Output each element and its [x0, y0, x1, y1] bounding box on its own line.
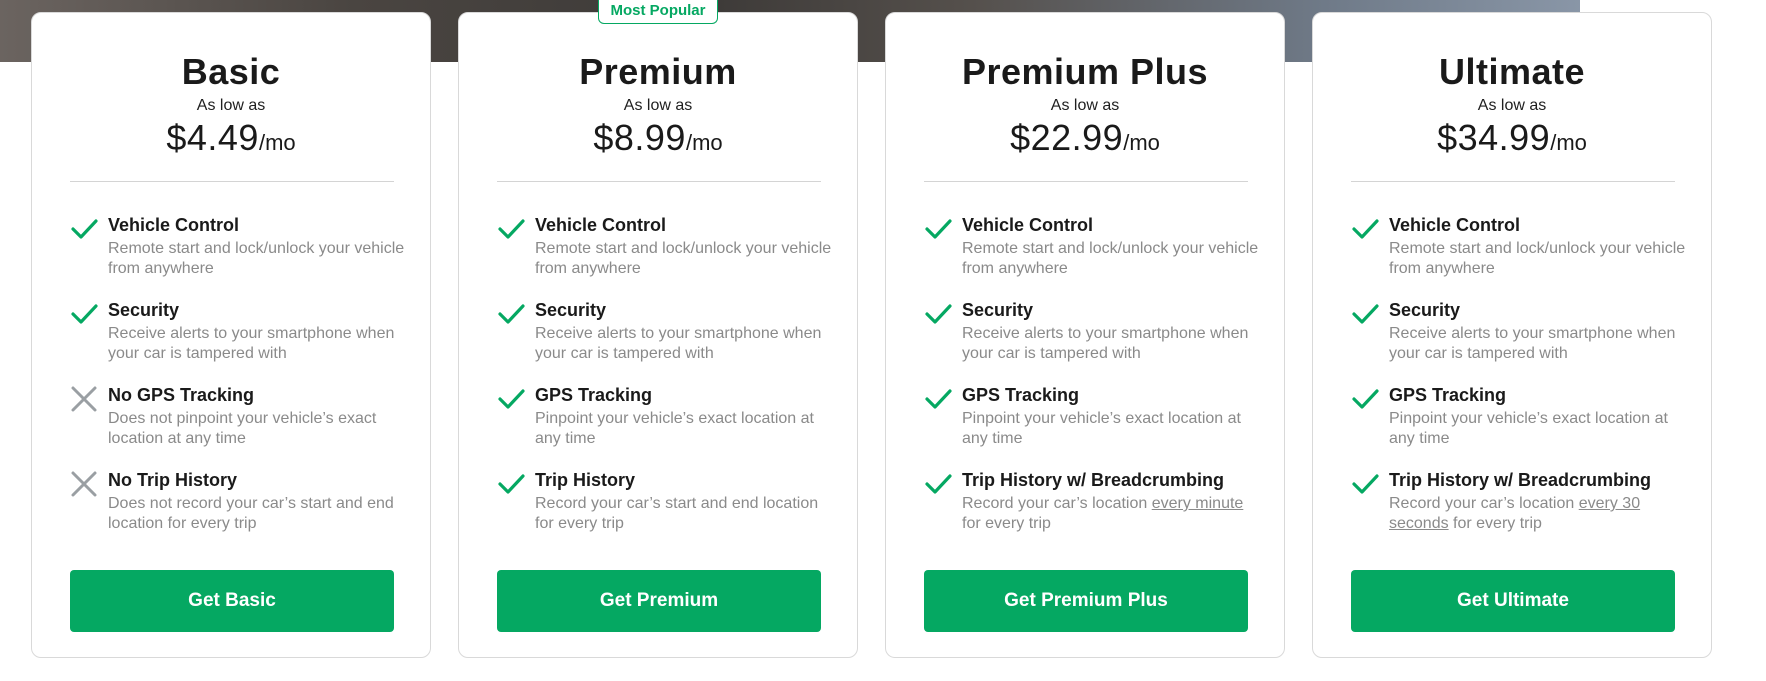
divider [924, 181, 1248, 182]
check-icon [1351, 215, 1379, 243]
check-icon [497, 470, 525, 498]
plan-card-premium-plus: Premium Plus As low as $22.99/mo Vehicle Co… [885, 12, 1285, 658]
feature-description: Remote start and lock/unlock your vehicl… [1389, 240, 1686, 277]
check-icon [1351, 470, 1379, 498]
price-prefix: As low as [196, 97, 266, 114]
feature-description: Receive alerts to your smartphone when y… [108, 325, 395, 362]
feature-description-text: for every trip [962, 515, 1051, 532]
feature-title: Security [1389, 300, 1461, 320]
divider [497, 181, 821, 182]
price-row: $34.99/mo [1313, 117, 1711, 159]
plan-price: $34.99 [1437, 117, 1551, 158]
check-icon [1351, 300, 1379, 328]
check-icon [1351, 385, 1379, 413]
feature-title: No GPS Tracking [108, 385, 255, 405]
price-prefix: As low as [1050, 97, 1120, 114]
feature-description-text: for every trip [1448, 515, 1542, 532]
get-premium-plus-button[interactable]: Get Premium Plus [924, 570, 1248, 632]
feature-description: Pinpoint your vehicle’s exact location a… [1389, 410, 1668, 447]
feature-description: Receive alerts to your smartphone when y… [535, 325, 822, 362]
feature-description: Remote start and lock/unlock your vehicl… [962, 240, 1259, 277]
frequency-link[interactable]: every minute [1152, 495, 1244, 512]
get-ultimate-button[interactable]: Get Ultimate [1351, 570, 1675, 632]
feature-title: Vehicle Control [108, 215, 240, 235]
plan-name: Premium [579, 51, 737, 92]
feature-description: Pinpoint your vehicle’s exact location a… [962, 410, 1241, 447]
price-row: $4.49/mo [32, 117, 430, 159]
get-premium-button[interactable]: Get Premium [497, 570, 821, 632]
price-period: /mo [685, 130, 723, 155]
divider [1351, 181, 1675, 182]
most-popular-badge: Most Popular [598, 0, 718, 24]
plan-name: Ultimate [1438, 51, 1586, 92]
feature-title: Trip History [535, 470, 636, 490]
feature-description: Remote start and lock/unlock your vehicl… [535, 240, 832, 277]
feature-title: Security [108, 300, 180, 320]
check-icon [70, 215, 98, 243]
check-icon [924, 385, 952, 413]
price-period: /mo [1550, 130, 1587, 155]
feature-description-text: Record your car’s location [1389, 495, 1579, 512]
price-prefix: As low as [623, 97, 693, 114]
check-icon [924, 215, 952, 243]
feature-title: GPS Tracking [535, 385, 653, 405]
feature-title: Vehicle Control [962, 215, 1094, 235]
check-icon [70, 300, 98, 328]
check-icon [924, 300, 952, 328]
get-basic-button[interactable]: Get Basic [70, 570, 394, 632]
x-icon [70, 385, 98, 413]
plan-card-basic: Basic As low as $4.49/mo Vehicle Control Rem… [31, 12, 431, 658]
plan-card-premium: Premium As low as $8.99/mo Vehicle Control R… [458, 12, 858, 658]
x-icon [70, 470, 98, 498]
feature-title: GPS Tracking [962, 385, 1080, 405]
feature-description: Record your car’s location every 30 seco… [1389, 494, 1689, 534]
plan-price: $22.99 [1010, 117, 1124, 158]
feature-description: Receive alerts to your smartphone when y… [962, 325, 1249, 362]
feature-description: Does not record your car’s start and end… [108, 495, 394, 532]
feature-description: Record your car’s location every minute … [962, 494, 1262, 534]
feature-description: Receive alerts to your smartphone when y… [1389, 325, 1676, 362]
feature-title: GPS Tracking [1389, 385, 1507, 405]
feature-title: Security [535, 300, 607, 320]
price-period: /mo [1123, 130, 1160, 155]
check-icon [497, 385, 525, 413]
feature-title: No Trip History [108, 470, 238, 490]
price-period: /mo [258, 130, 296, 155]
feature-description: Remote start and lock/unlock your vehicl… [108, 240, 405, 277]
feature-title: Trip History w/ Breadcrumbing [1389, 470, 1652, 490]
price-row: $22.99/mo [886, 117, 1284, 159]
feature-description: Pinpoint your vehicle’s exact location a… [535, 410, 814, 447]
plan-name: Premium Plus [961, 51, 1209, 92]
price-prefix: As low as [1477, 97, 1547, 114]
plan-price: $4.49 [166, 117, 259, 158]
feature-title: Trip History w/ Breadcrumbing [962, 470, 1225, 490]
feature-title: Security [962, 300, 1034, 320]
feature-description-text: Record your car’s location [962, 495, 1152, 512]
feature-description: Does not pinpoint your vehicle’s exact l… [108, 410, 377, 447]
plan-card-ultimate: Ultimate As low as $34.99/mo Vehicle Contro… [1312, 12, 1712, 658]
price-row: $8.99/mo [459, 117, 857, 159]
check-icon [497, 215, 525, 243]
divider [70, 181, 394, 182]
check-icon [924, 470, 952, 498]
plan-price: $8.99 [593, 117, 686, 158]
plan-name: Basic [181, 51, 281, 92]
feature-description: Record your car’s start and end location… [535, 495, 819, 532]
check-icon [497, 300, 525, 328]
feature-title: Vehicle Control [535, 215, 667, 235]
feature-title: Vehicle Control [1389, 215, 1521, 235]
